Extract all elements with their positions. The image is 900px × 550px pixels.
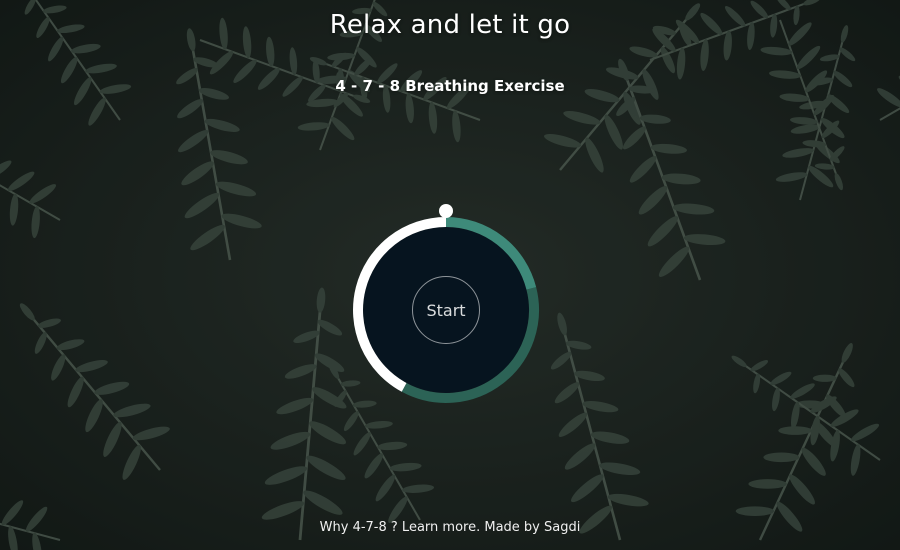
- start-button[interactable]: Start: [412, 276, 480, 344]
- credit-text: Made by Sagdi: [484, 520, 581, 535]
- page-subtitle: 4 - 7 - 8 Breathing Exercise: [335, 77, 565, 95]
- footer: Why 4-7-8 ? Learn more. Made by Sagdi: [0, 520, 900, 535]
- progress-marker-dot[interactable]: [439, 204, 453, 218]
- page-title: Relax and let it go: [329, 10, 571, 40]
- learn-more-link[interactable]: Why 4-7-8 ? Learn more.: [320, 520, 481, 535]
